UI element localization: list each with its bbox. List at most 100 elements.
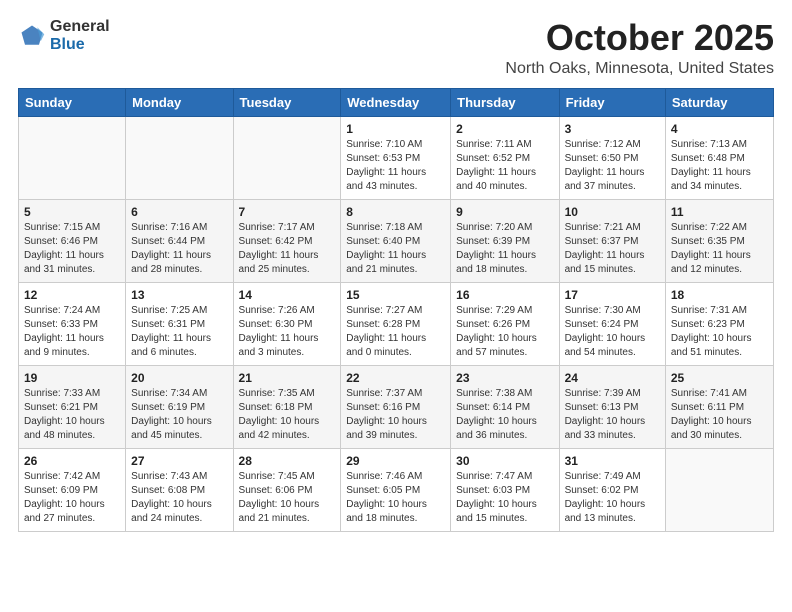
day-header-saturday: Saturday	[665, 88, 773, 116]
calendar-cell: 6 Sunrise: 7:16 AM Sunset: 6:44 PM Daylig…	[126, 199, 233, 282]
day-number: 13	[131, 288, 227, 302]
day-number: 4	[671, 122, 768, 136]
day-header-wednesday: Wednesday	[341, 88, 451, 116]
calendar-cell: 16 Sunrise: 7:29 AM Sunset: 6:26 PM Dayli…	[451, 282, 559, 365]
day-info: Sunrise: 7:29 AM Sunset: 6:26 PM Dayligh…	[456, 304, 553, 360]
calendar-cell: 30 Sunrise: 7:47 AM Sunset: 6:03 PM Dayli…	[451, 448, 559, 531]
day-info: Sunrise: 7:42 AM Sunset: 6:09 PM Dayligh…	[24, 470, 120, 526]
day-info: Sunrise: 7:15 AM Sunset: 6:46 PM Dayligh…	[24, 221, 120, 277]
day-number: 6	[131, 205, 227, 219]
calendar-cell: 19 Sunrise: 7:33 AM Sunset: 6:21 PM Dayli…	[19, 365, 126, 448]
day-header-friday: Friday	[559, 88, 665, 116]
day-number: 1	[346, 122, 445, 136]
calendar-cell: 29 Sunrise: 7:46 AM Sunset: 6:05 PM Dayli…	[341, 448, 451, 531]
day-number: 2	[456, 122, 553, 136]
day-info: Sunrise: 7:46 AM Sunset: 6:05 PM Dayligh…	[346, 470, 445, 526]
calendar-cell: 10 Sunrise: 7:21 AM Sunset: 6:37 PM Dayli…	[559, 199, 665, 282]
calendar-cell	[19, 116, 126, 199]
calendar-cell: 4 Sunrise: 7:13 AM Sunset: 6:48 PM Daylig…	[665, 116, 773, 199]
day-info: Sunrise: 7:39 AM Sunset: 6:13 PM Dayligh…	[565, 387, 660, 443]
calendar-cell: 21Sunrise: 7:35 AM Sunset: 6:18 PM Dayli…	[233, 365, 341, 448]
calendar-cell: 26 Sunrise: 7:42 AM Sunset: 6:09 PM Dayli…	[19, 448, 126, 531]
header: General Blue October 2025 North Oaks, Mi…	[18, 18, 774, 78]
day-number: 30	[456, 454, 553, 468]
day-info: Sunrise: 7:18 AM Sunset: 6:40 PM Dayligh…	[346, 221, 445, 277]
calendar-cell	[126, 116, 233, 199]
day-number: 11	[671, 205, 768, 219]
day-number: 25	[671, 371, 768, 385]
day-number: 12	[24, 288, 120, 302]
day-number: 5	[24, 205, 120, 219]
calendar-cell: 28Sunrise: 7:45 AM Sunset: 6:06 PM Dayli…	[233, 448, 341, 531]
day-info: Sunrise: 7:10 AM Sunset: 6:53 PM Dayligh…	[346, 138, 445, 194]
day-info: Sunrise: 7:16 AM Sunset: 6:44 PM Dayligh…	[131, 221, 227, 277]
day-info: Sunrise: 7:20 AM Sunset: 6:39 PM Dayligh…	[456, 221, 553, 277]
day-info: Sunrise: 7:45 AM Sunset: 6:06 PM Dayligh…	[239, 470, 336, 526]
logo-icon	[18, 22, 46, 50]
calendar-cell: 18Sunrise: 7:31 AM Sunset: 6:23 PM Dayli…	[665, 282, 773, 365]
calendar-cell: 22Sunrise: 7:37 AM Sunset: 6:16 PM Dayli…	[341, 365, 451, 448]
day-info: Sunrise: 7:21 AM Sunset: 6:37 PM Dayligh…	[565, 221, 660, 277]
day-number: 21	[239, 371, 336, 385]
day-info: Sunrise: 7:34 AM Sunset: 6:19 PM Dayligh…	[131, 387, 227, 443]
day-info: Sunrise: 7:30 AM Sunset: 6:24 PM Dayligh…	[565, 304, 660, 360]
day-header-thursday: Thursday	[451, 88, 559, 116]
logo-blue: Blue	[50, 36, 85, 53]
day-info: Sunrise: 7:49 AM Sunset: 6:02 PM Dayligh…	[565, 470, 660, 526]
calendar-cell: 17 Sunrise: 7:30 AM Sunset: 6:24 PM Dayli…	[559, 282, 665, 365]
calendar-cell: 12 Sunrise: 7:24 AM Sunset: 6:33 PM Dayli…	[19, 282, 126, 365]
day-number: 26	[24, 454, 120, 468]
calendar-cell: 7Sunrise: 7:17 AM Sunset: 6:42 PM Daylig…	[233, 199, 341, 282]
day-info: Sunrise: 7:25 AM Sunset: 6:31 PM Dayligh…	[131, 304, 227, 360]
calendar-cell: 9Sunrise: 7:20 AM Sunset: 6:39 PM Daylig…	[451, 199, 559, 282]
calendar-cell: 14 Sunrise: 7:26 AM Sunset: 6:30 PM Dayli…	[233, 282, 341, 365]
day-number: 31	[565, 454, 660, 468]
location-title: North Oaks, Minnesota, United States	[505, 60, 774, 78]
day-number: 29	[346, 454, 445, 468]
calendar: SundayMondayTuesdayWednesdayThursdayFrid…	[18, 88, 774, 532]
day-info: Sunrise: 7:38 AM Sunset: 6:14 PM Dayligh…	[456, 387, 553, 443]
calendar-cell: 3Sunrise: 7:12 AM Sunset: 6:50 PM Daylig…	[559, 116, 665, 199]
calendar-week-5: 26 Sunrise: 7:42 AM Sunset: 6:09 PM Dayli…	[19, 448, 774, 531]
day-info: Sunrise: 7:24 AM Sunset: 6:33 PM Dayligh…	[24, 304, 120, 360]
calendar-cell: 13 Sunrise: 7:25 AM Sunset: 6:31 PM Dayli…	[126, 282, 233, 365]
calendar-cell: 23 Sunrise: 7:38 AM Sunset: 6:14 PM Dayli…	[451, 365, 559, 448]
calendar-week-4: 19 Sunrise: 7:33 AM Sunset: 6:21 PM Dayli…	[19, 365, 774, 448]
calendar-cell: 1 Sunrise: 7:10 AM Sunset: 6:53 PM Daylig…	[341, 116, 451, 199]
day-number: 27	[131, 454, 227, 468]
day-info: Sunrise: 7:31 AM Sunset: 6:23 PM Dayligh…	[671, 304, 768, 360]
logo-inner: General Blue	[18, 18, 110, 55]
day-info: Sunrise: 7:37 AM Sunset: 6:16 PM Dayligh…	[346, 387, 445, 443]
day-number: 14	[239, 288, 336, 302]
calendar-cell: 24Sunrise: 7:39 AM Sunset: 6:13 PM Dayli…	[559, 365, 665, 448]
month-title: October 2025	[505, 18, 774, 58]
day-number: 3	[565, 122, 660, 136]
calendar-cell	[665, 448, 773, 531]
calendar-cell	[233, 116, 341, 199]
day-info: Sunrise: 7:13 AM Sunset: 6:48 PM Dayligh…	[671, 138, 768, 194]
logo-general: General	[50, 18, 110, 35]
day-header-monday: Monday	[126, 88, 233, 116]
day-info: Sunrise: 7:43 AM Sunset: 6:08 PM Dayligh…	[131, 470, 227, 526]
day-number: 8	[346, 205, 445, 219]
calendar-week-1: 1 Sunrise: 7:10 AM Sunset: 6:53 PM Daylig…	[19, 116, 774, 199]
day-info: Sunrise: 7:17 AM Sunset: 6:42 PM Dayligh…	[239, 221, 336, 277]
day-info: Sunrise: 7:27 AM Sunset: 6:28 PM Dayligh…	[346, 304, 445, 360]
day-number: 16	[456, 288, 553, 302]
calendar-header-row: SundayMondayTuesdayWednesdayThursdayFrid…	[19, 88, 774, 116]
day-info: Sunrise: 7:26 AM Sunset: 6:30 PM Dayligh…	[239, 304, 336, 360]
day-number: 10	[565, 205, 660, 219]
day-number: 20	[131, 371, 227, 385]
day-info: Sunrise: 7:33 AM Sunset: 6:21 PM Dayligh…	[24, 387, 120, 443]
calendar-cell: 8 Sunrise: 7:18 AM Sunset: 6:40 PM Daylig…	[341, 199, 451, 282]
day-number: 19	[24, 371, 120, 385]
day-header-sunday: Sunday	[19, 88, 126, 116]
day-number: 23	[456, 371, 553, 385]
calendar-cell: 2Sunrise: 7:11 AM Sunset: 6:52 PM Daylig…	[451, 116, 559, 199]
day-info: Sunrise: 7:22 AM Sunset: 6:35 PM Dayligh…	[671, 221, 768, 277]
day-info: Sunrise: 7:41 AM Sunset: 6:11 PM Dayligh…	[671, 387, 768, 443]
calendar-cell: 31 Sunrise: 7:49 AM Sunset: 6:02 PM Dayli…	[559, 448, 665, 531]
calendar-week-2: 5 Sunrise: 7:15 AM Sunset: 6:46 PM Daylig…	[19, 199, 774, 282]
day-info: Sunrise: 7:47 AM Sunset: 6:03 PM Dayligh…	[456, 470, 553, 526]
day-number: 17	[565, 288, 660, 302]
